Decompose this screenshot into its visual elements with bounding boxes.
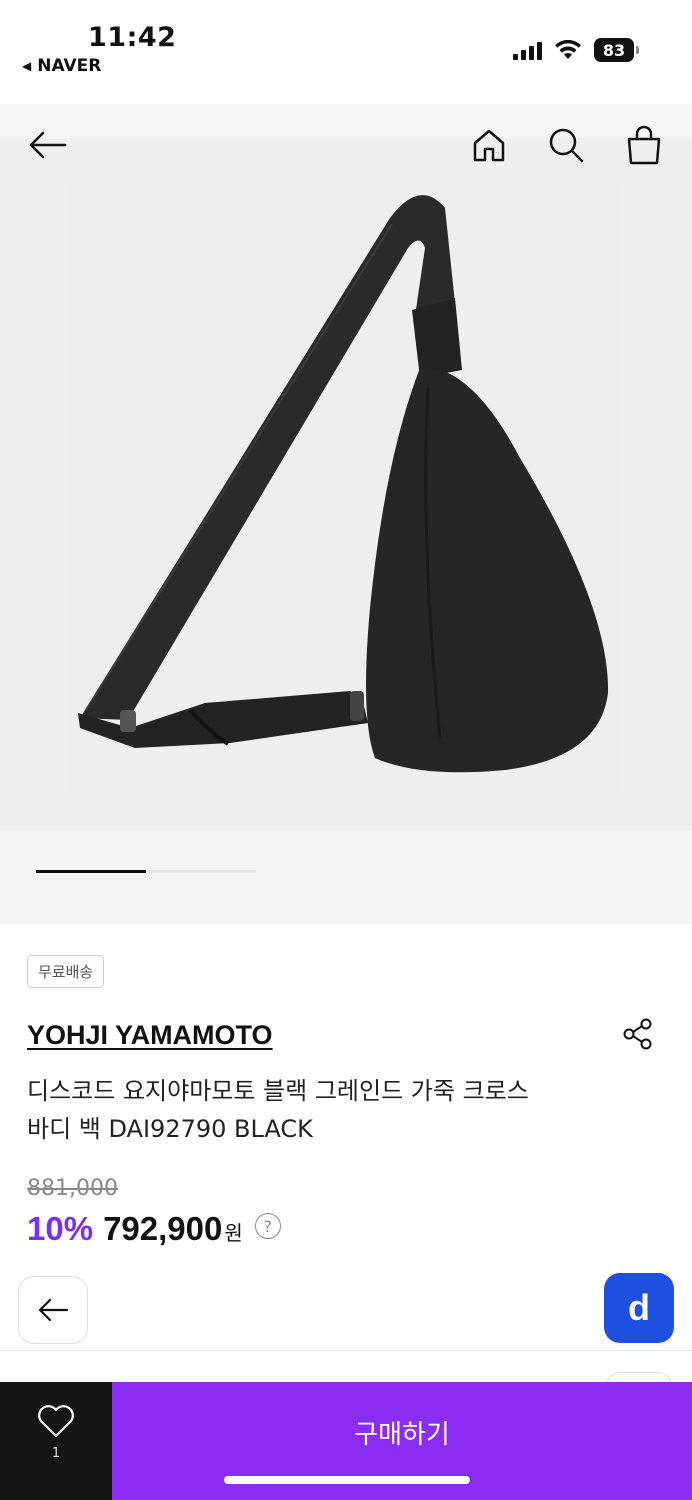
- cart-button[interactable]: [623, 124, 665, 166]
- shopping-bag-icon: [627, 125, 661, 165]
- d-logo-icon: d: [628, 1287, 650, 1328]
- sale-price: 792,900: [103, 1210, 223, 1247]
- divider: [0, 1350, 692, 1351]
- search-icon: [549, 128, 584, 163]
- back-arrow-icon: [29, 131, 67, 159]
- discount-rate: 10%: [27, 1210, 94, 1247]
- status-time: 11:42: [88, 22, 177, 53]
- price-help-icon[interactable]: ?: [254, 1213, 281, 1239]
- back-to-app-link[interactable]: ◀ NAVER: [22, 56, 101, 76]
- back-arrow-icon: [38, 1298, 69, 1322]
- brand-link[interactable]: YOHJI YAMAMOTO: [27, 1020, 273, 1051]
- battery-icon: 83: [594, 38, 639, 62]
- currency-unit: 원: [224, 1221, 243, 1245]
- product-title: 디스코드 요지야마모토 블랙 그레인드 가죽 크로스바디 백 DAI92790 …: [27, 1077, 529, 1143]
- wifi-icon: [555, 40, 581, 59]
- original-price: 881,000: [27, 1176, 118, 1201]
- d-floating-button[interactable]: d: [604, 1273, 674, 1343]
- back-button[interactable]: [26, 124, 68, 166]
- product-gallery[interactable]: [0, 104, 692, 924]
- back-triangle-icon: ◀: [22, 59, 32, 73]
- floating-back-button[interactable]: [18, 1276, 88, 1344]
- product-image[interactable]: [0, 138, 692, 830]
- free-shipping-badge: 무료배송: [27, 955, 105, 988]
- status-bar: 11:42 ◀ NAVER 83: [0, 0, 692, 104]
- share-button[interactable]: [622, 1018, 654, 1050]
- status-icons: 83: [513, 38, 639, 62]
- crossbody-bag-illustration: [78, 195, 609, 773]
- share-icon: [623, 1018, 652, 1050]
- heart-icon: [38, 1405, 74, 1438]
- cellular-signal-icon: [513, 40, 542, 60]
- back-app-label: NAVER: [37, 56, 102, 76]
- home-indicator: [224, 1476, 470, 1484]
- battery-level: 83: [602, 40, 626, 60]
- home-button[interactable]: [468, 124, 510, 166]
- wishlist-count: 1: [51, 1446, 61, 1461]
- home-icon: [473, 129, 505, 162]
- price-row: 10% 792,900 원 ?: [27, 1210, 281, 1248]
- buy-button-label: 구매하기: [354, 1420, 450, 1450]
- gallery-indicator-active: [36, 870, 146, 873]
- wishlist-button[interactable]: 1: [0, 1382, 112, 1500]
- search-button[interactable]: [545, 124, 587, 166]
